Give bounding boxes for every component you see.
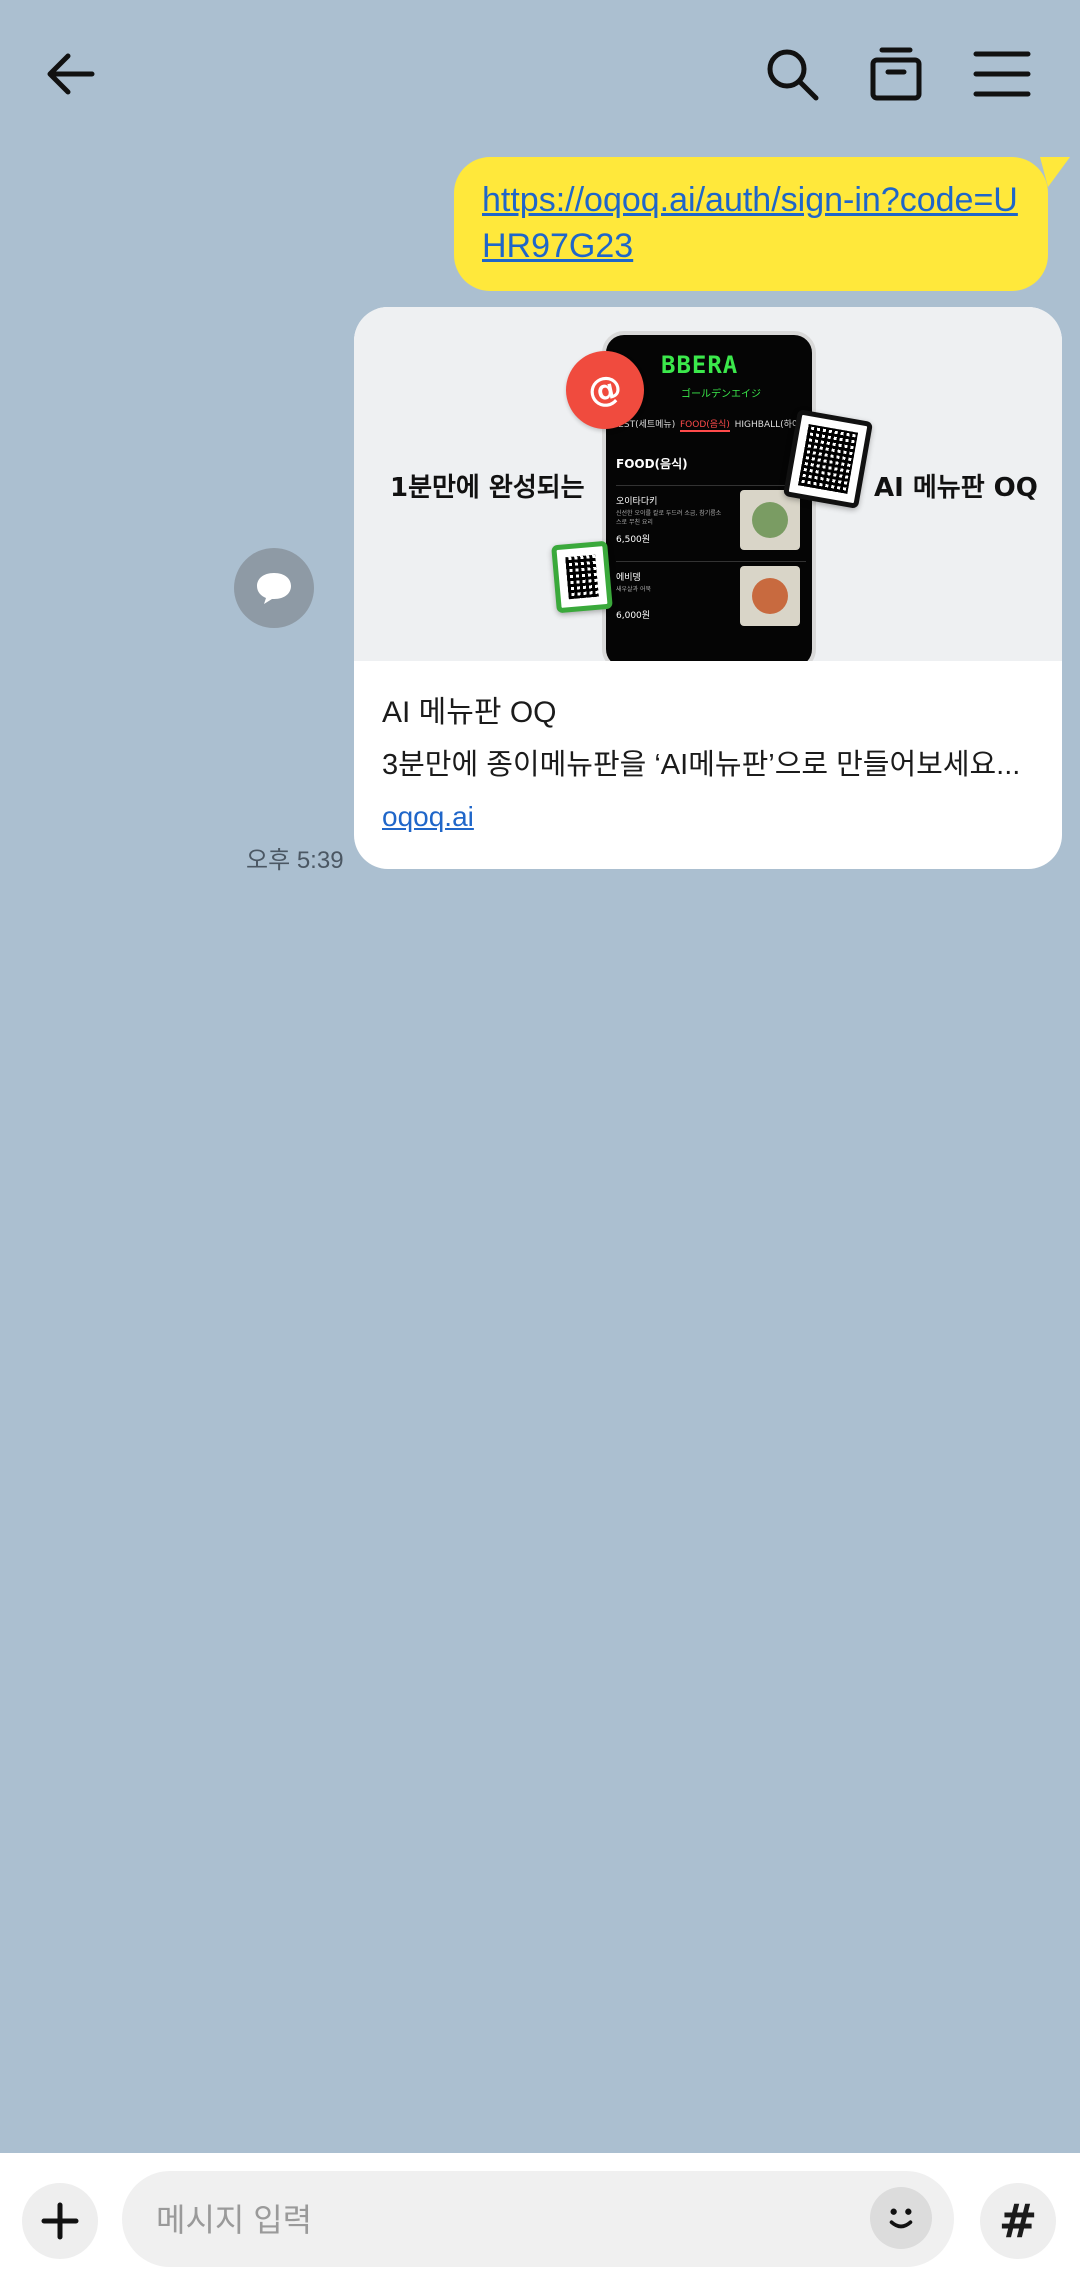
hamburger-menu-icon[interactable] — [962, 34, 1042, 114]
menu-item-photo — [740, 490, 800, 550]
outgoing-message-bubble: https://oqoq.ai/auth/sign-in?code=UHR97G… — [454, 157, 1048, 291]
speech-bubble-icon[interactable] — [234, 548, 314, 628]
image-right-text: AI 메뉴판 OQ — [874, 473, 1038, 503]
top-bar — [0, 0, 1080, 150]
qr-code-icon — [782, 409, 874, 509]
menu-item-desc: 신선한 오이를 칼로 두드려 소금, 참기름소스로 무친 요리 — [616, 510, 722, 526]
arrow-left-icon[interactable] — [32, 34, 112, 114]
bubble-tail — [1040, 157, 1070, 187]
plus-icon[interactable] — [22, 2183, 98, 2259]
card-title: AI 메뉴판 OQ — [382, 696, 557, 729]
card-preview-image: 1분만에 완성되는 BBERA ゴールデンエイジ BEST(세트메뉴) FOOD… — [354, 307, 1062, 661]
message-input[interactable] — [154, 2193, 858, 2247]
archive-icon[interactable] — [856, 34, 936, 114]
search-icon[interactable] — [752, 34, 832, 114]
menu-item-price: 6,500원 — [616, 535, 651, 545]
message-timestamp: 오후 5:39 — [246, 847, 344, 874]
menu-item-name: 오이타다키 — [616, 497, 658, 507]
emoji-icon[interactable] — [870, 2187, 932, 2249]
phone-menu-item: 에비뎅 새우살과 어묵 6,000원 — [616, 561, 806, 632]
link-preview-card[interactable]: 1분만에 완성되는 BBERA ゴールデンエイジ BEST(세트메뉴) FOOD… — [354, 307, 1062, 869]
menu-item-name: 에비뎅 — [616, 573, 641, 583]
qr-code-icon — [551, 540, 613, 614]
phone-subtitle: ゴールデンエイジ — [681, 389, 761, 400]
outgoing-link[interactable]: https://oqoq.ai/auth/sign-in?code=UHR97G… — [482, 177, 1020, 269]
card-body: AI 메뉴판 OQ 3분만에 종이메뉴판을 ‘AI메뉴판’으로 만들어보세요..… — [354, 661, 1062, 869]
hashtag-button[interactable]: # — [980, 2183, 1056, 2259]
phone-logo: BBERA — [661, 351, 739, 379]
phone-tabs: BEST(세트메뉴) FOOD(음식) HIGHBALL(하이볼) — [612, 417, 812, 432]
message-input-box — [122, 2171, 954, 2267]
menu-item-price: 6,000원 — [616, 611, 651, 621]
phone-section-title: FOOD(음식) — [616, 457, 688, 471]
phone-menu-item: 오이타다키 신선한 오이를 칼로 두드려 소금, 참기름소스로 무친 요리 6,… — [616, 485, 806, 556]
phone-tab-active: FOOD(음식) — [679, 417, 730, 432]
menu-item-photo — [740, 566, 800, 626]
menu-item-desc: 새우살과 어묵 — [616, 586, 652, 593]
card-description: 3분만에 종이메뉴판을 ‘AI메뉴판’으로 만들어보세요... — [382, 749, 1021, 781]
message-composer: # — [0, 2153, 1080, 2281]
card-domain-link[interactable]: oqoq.ai — [382, 801, 474, 833]
image-left-text: 1분만에 완성되는 — [390, 473, 585, 503]
